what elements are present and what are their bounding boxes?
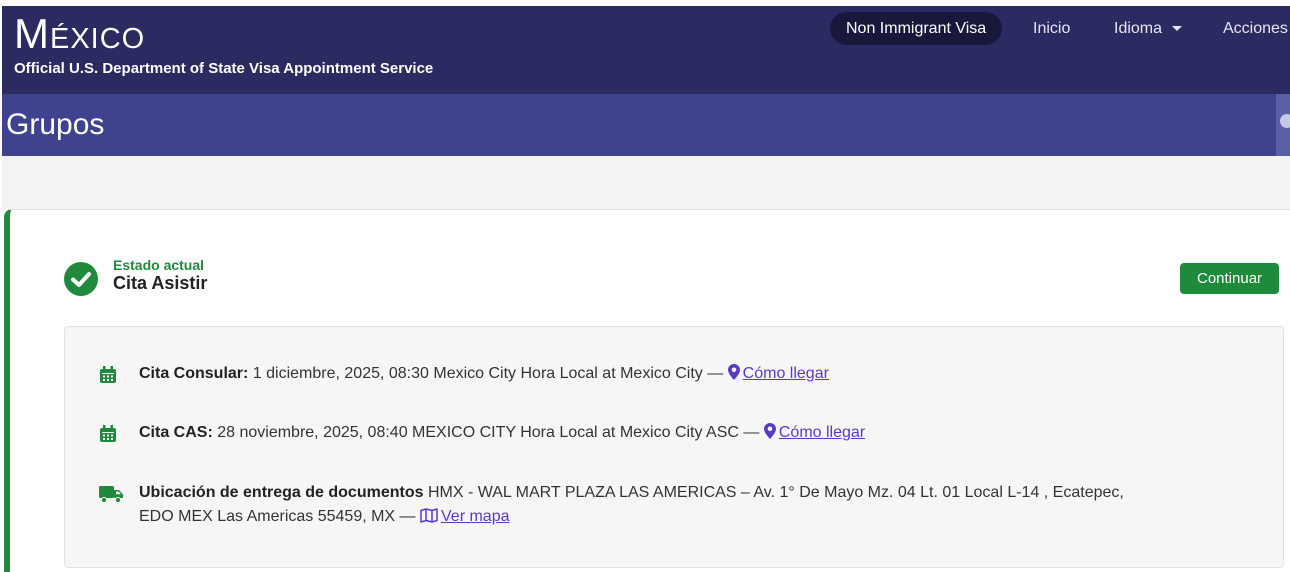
check-circle-icon <box>64 262 98 296</box>
cas-details: 28 noviembre, 2025, 08:40 MEXICO CITY Ho… <box>217 424 760 441</box>
consular-directions-label: Cómo llegar <box>742 365 829 382</box>
nav-language-label: Idioma <box>1114 20 1163 37</box>
delivery-label: Ubicación de entrega de documentos <box>139 484 424 501</box>
consular-directions-link[interactable]: Cómo llegar <box>727 364 829 382</box>
view-map-label: Ver mapa <box>441 508 510 525</box>
delivery-address-line1: HMX - WAL MART PLAZA LAS AMERICAS – Av. … <box>427 484 1124 501</box>
caret-down-icon <box>1172 26 1183 32</box>
map-icon <box>420 508 438 523</box>
appointment-card: Estado actual Cita Asistir Continuar Cit… <box>4 209 1290 572</box>
brand-tagline: Official U.S. Department of State Visa A… <box>14 60 434 77</box>
user-menu-tab[interactable] <box>1276 94 1290 156</box>
calendar-icon <box>100 366 116 383</box>
appointment-details: Cita Consular: 1 diciembre, 2025, 08:30 … <box>64 326 1284 568</box>
map-pin-icon <box>727 364 740 380</box>
cas-directions-label: Cómo llegar <box>778 424 866 441</box>
continue-button[interactable]: Continuar <box>1180 263 1280 294</box>
delivery-address-line2: EDO MEX Las Americas 55459, MX — <box>139 508 416 525</box>
page-title: Grupos <box>6 108 105 141</box>
map-pin-icon <box>763 423 776 439</box>
nav-home-link[interactable]: Inicio <box>1033 12 1070 45</box>
consular-details: 1 diciembre, 2025, 08:30 Mexico City Hor… <box>252 365 724 382</box>
page-title-bar: Grupos <box>2 94 1290 156</box>
spacer-band <box>2 156 1290 210</box>
brand-title[interactable]: México <box>14 10 145 58</box>
cas-directions-link[interactable]: Cómo llegar <box>763 423 866 441</box>
nav-language-menu[interactable]: Idioma <box>1114 12 1183 45</box>
top-header: México Official U.S. Department of State… <box>2 6 1290 94</box>
nav-actions-menu[interactable]: Acciones <box>1223 12 1288 45</box>
cas-label: Cita CAS: <box>139 424 213 441</box>
truck-icon <box>99 486 123 503</box>
view-map-link[interactable]: Ver mapa <box>420 508 509 525</box>
brand-text: México <box>14 10 146 57</box>
consular-label: Cita Consular: <box>139 365 249 382</box>
status-value: Cita Asistir <box>113 273 208 293</box>
visa-type-pill[interactable]: Non Immigrant Visa <box>830 12 1003 45</box>
user-icon <box>1280 114 1290 128</box>
calendar-icon <box>100 425 116 442</box>
status-label: Estado actual <box>113 257 205 273</box>
